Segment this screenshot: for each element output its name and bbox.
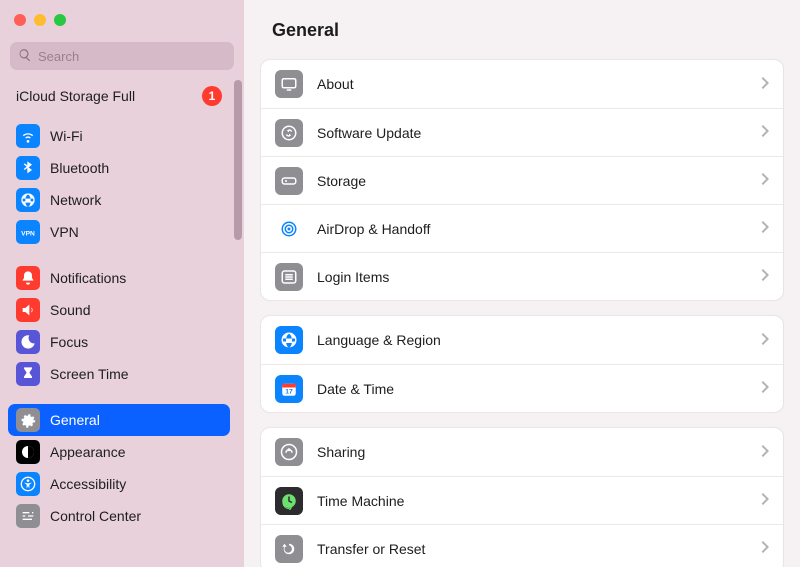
search-icon	[18, 48, 32, 65]
settings-row-label: Time Machine	[317, 493, 747, 509]
hourglass-icon	[16, 362, 40, 386]
sidebar-item-label: Focus	[50, 334, 88, 350]
page-title: General	[244, 0, 800, 53]
chevron-right-icon	[761, 381, 769, 396]
icloud-storage-notice[interactable]: iCloud Storage Full 1	[8, 80, 230, 120]
sidebar-item-label: Bluetooth	[50, 160, 109, 176]
about-icon	[275, 70, 303, 98]
gear-icon	[16, 408, 40, 432]
chevron-right-icon	[761, 77, 769, 92]
window-controls	[0, 0, 244, 26]
settings-row-sharing[interactable]: Sharing	[261, 428, 783, 476]
bell-icon	[16, 266, 40, 290]
bluetooth-icon	[16, 156, 40, 180]
settings-row-label: Transfer or Reset	[317, 541, 747, 557]
sidebar-item-label: General	[50, 412, 100, 428]
clock-icon	[275, 487, 303, 515]
sidebar-item-label: Screen Time	[50, 366, 129, 382]
update-icon	[275, 119, 303, 147]
close-window-button[interactable]	[14, 14, 26, 26]
chevron-right-icon	[761, 221, 769, 236]
reset-icon	[275, 535, 303, 563]
system-settings-window: iCloud Storage Full 1 Wi-Fi Bluetooth Ne…	[0, 0, 800, 567]
sidebar-item-label: Notifications	[50, 270, 126, 286]
zoom-window-button[interactable]	[54, 14, 66, 26]
settings-row-storage[interactable]: Storage	[261, 156, 783, 204]
settings-row-label: Language & Region	[317, 332, 747, 348]
settings-row-language-region[interactable]: Language & Region	[261, 316, 783, 364]
globe-icon	[16, 188, 40, 212]
notice-label: iCloud Storage Full	[16, 88, 135, 104]
settings-row-date-time[interactable]: Date & Time	[261, 364, 783, 412]
sidebar-item-appearance[interactable]: Appearance	[8, 436, 230, 468]
speaker-icon	[16, 298, 40, 322]
sidebar-item-label: Appearance	[50, 444, 126, 460]
chevron-right-icon	[761, 493, 769, 508]
storage-icon	[275, 167, 303, 195]
sidebar-item-label: Wi-Fi	[50, 128, 83, 144]
search-field[interactable]	[10, 42, 234, 70]
settings-row-software-update[interactable]: Software Update	[261, 108, 783, 156]
vpn-icon	[16, 220, 40, 244]
search-input[interactable]	[38, 49, 226, 64]
settings-row-airdrop-handoff[interactable]: AirDrop & Handoff	[261, 204, 783, 252]
sidebar-scroll: iCloud Storage Full 1 Wi-Fi Bluetooth Ne…	[0, 80, 244, 567]
chevron-right-icon	[761, 541, 769, 556]
settings-row-label: Login Items	[317, 269, 747, 285]
chevron-right-icon	[761, 173, 769, 188]
settings-row-transfer-or-reset[interactable]: Transfer or Reset	[261, 524, 783, 567]
chevron-right-icon	[761, 125, 769, 140]
sidebar-item-label: Sound	[50, 302, 90, 318]
notice-badge: 1	[202, 86, 222, 106]
sidebar-item-bluetooth[interactable]: Bluetooth	[8, 152, 230, 184]
scrollbar-thumb[interactable]	[234, 80, 242, 240]
settings-row-login-items[interactable]: Login Items	[261, 252, 783, 300]
sidebar-item-label: Network	[50, 192, 101, 208]
sidebar-item-control-center[interactable]: Control Center	[8, 500, 230, 532]
sidebar-item-notifications[interactable]: Notifications	[8, 262, 230, 294]
content-pane: General About Software Update Storage Ai…	[244, 0, 800, 567]
sliders-icon	[16, 504, 40, 528]
sidebar-item-vpn[interactable]: VPN	[8, 216, 230, 248]
search-container	[0, 26, 244, 80]
sidebar-item-accessibility[interactable]: Accessibility	[8, 468, 230, 500]
sidebar-item-label: Accessibility	[50, 476, 126, 492]
sidebar-item-label: VPN	[50, 224, 79, 240]
chevron-right-icon	[761, 445, 769, 460]
sidebar-item-screen-time[interactable]: Screen Time	[8, 358, 230, 390]
share-icon	[275, 438, 303, 466]
chevron-right-icon	[761, 333, 769, 348]
moon-icon	[16, 330, 40, 354]
airdrop-icon	[275, 215, 303, 243]
settings-row-time-machine[interactable]: Time Machine	[261, 476, 783, 524]
settings-row-label: Storage	[317, 173, 747, 189]
settings-row-label: AirDrop & Handoff	[317, 221, 747, 237]
sidebar-item-wi-fi[interactable]: Wi-Fi	[8, 120, 230, 152]
settings-row-label: Sharing	[317, 444, 747, 460]
settings-row-about[interactable]: About	[261, 60, 783, 108]
sidebar-item-general[interactable]: General	[8, 404, 230, 436]
calendar-icon	[275, 375, 303, 403]
sidebar-item-network[interactable]: Network	[8, 184, 230, 216]
sidebar: iCloud Storage Full 1 Wi-Fi Bluetooth Ne…	[0, 0, 244, 567]
sidebar-item-sound[interactable]: Sound	[8, 294, 230, 326]
sidebar-item-focus[interactable]: Focus	[8, 326, 230, 358]
minimize-window-button[interactable]	[34, 14, 46, 26]
settings-row-label: Date & Time	[317, 381, 747, 397]
settings-row-label: Software Update	[317, 125, 747, 141]
globe-icon	[275, 326, 303, 354]
settings-row-label: About	[317, 76, 747, 92]
appearance-icon	[16, 440, 40, 464]
accessibility-icon	[16, 472, 40, 496]
list-icon	[275, 263, 303, 291]
wifi-icon	[16, 124, 40, 148]
chevron-right-icon	[761, 269, 769, 284]
sidebar-item-label: Control Center	[50, 508, 141, 524]
